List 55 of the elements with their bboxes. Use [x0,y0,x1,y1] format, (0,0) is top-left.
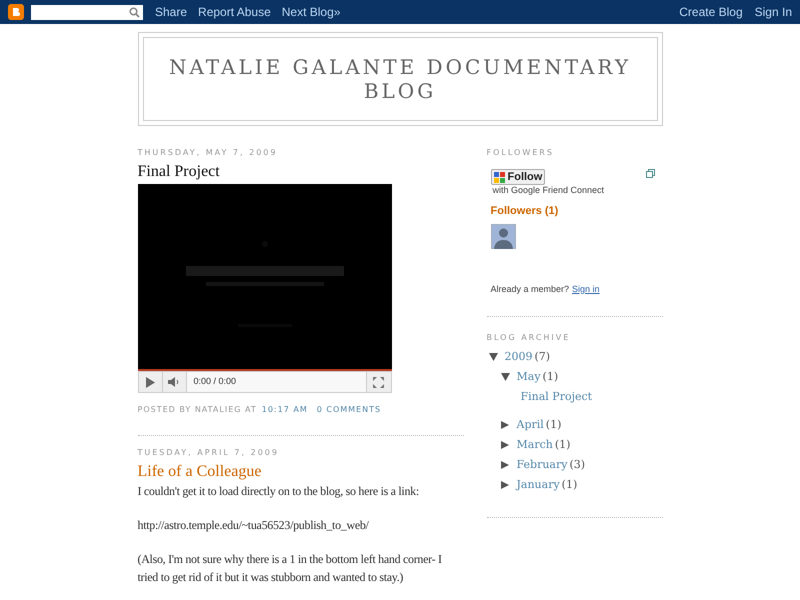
post-date: THURSDAY, MAY 7, 2009 [138,147,278,159]
archive-count: (1) [562,477,578,493]
collapsed-toggle-icon[interactable] [500,461,508,469]
archive-link[interactable]: March [516,435,553,455]
archive-count: (7) [534,349,550,365]
play-button[interactable] [138,372,162,392]
blogger-logo-icon[interactable] [8,4,24,20]
post-paragraph: I couldn't get it to load directly on to the blog, so here is a link: [138,483,420,500]
avatar-icon[interactable] [490,224,516,248]
collapsed-toggle-icon[interactable] [500,481,508,489]
section-heading: BLOG ARCHIVE [486,332,572,344]
archive-link[interactable]: 2009 [504,347,532,367]
member-text: Already a member? [490,282,570,296]
expanded-toggle-icon[interactable] [500,373,510,381]
nav-link[interactable]: Report Abuse [198,3,271,21]
archive-count: (1) [546,417,562,433]
follow-button[interactable]: Follow [490,169,546,185]
archive-link[interactable]: January [516,475,560,495]
connect-caption: with Google Friend Connect [492,185,606,196]
post-title[interactable]: Life of a Colleague [138,462,464,482]
archive-count: (1) [542,369,558,385]
sign-in-link[interactable]: Sign in [572,282,600,296]
archive-link[interactable]: May [516,367,541,387]
collapsed-toggle-icon[interactable] [500,421,508,429]
nav-link[interactable]: Share [155,3,188,21]
post-title[interactable]: Final Project [138,162,464,182]
search-icon[interactable] [129,6,140,18]
time-display: 0:00 / 0:00 [186,372,366,392]
nav-link[interactable]: Create Blog [679,3,743,21]
archive-link[interactable]: April [516,415,544,435]
speaker-icon[interactable] [168,377,180,387]
post-time-link[interactable]: 10:17 AM [262,403,308,417]
search-field[interactable] [31,4,143,20]
nav-link[interactable]: Sign In [754,3,792,21]
post-paragraph: (Also, I'm not sure why there is a 1 in the bottom left hand corner- I tried to get rid of it but it was stubborn and wanted to stay.) [138,551,443,586]
archive-count: (3) [569,457,586,473]
fullscreen-icon[interactable] [373,376,384,388]
archive-link[interactable]: February [516,455,568,475]
play-icon[interactable] [146,376,154,388]
comments-link[interactable]: 0 COMMENTS [316,403,382,417]
pop-out-icon[interactable] [646,169,654,178]
nav-link[interactable]: Next Blog» [282,3,340,21]
volume-button[interactable] [162,372,186,392]
post-date: TUESDAY, APRIL 7, 2009 [138,447,280,459]
fullscreen-button[interactable] [366,372,390,392]
collapsed-toggle-icon[interactable] [500,441,508,449]
post-paragraph: http://astro.temple.edu/~tua56523/publish_to_web/ [138,517,370,534]
archive-post-link[interactable]: Final Project [520,387,592,407]
video-player[interactable]: 0:00 / 0:00 [138,184,392,393]
followers-count: Followers (1) [490,204,560,219]
post-byline: POSTED BY NATALIEG AT [138,404,257,416]
archive-count: (1) [554,437,570,453]
section-heading: FOLLOWERS [486,147,555,159]
friend-connect-icon [494,172,504,182]
expanded-toggle-icon[interactable] [488,353,498,361]
